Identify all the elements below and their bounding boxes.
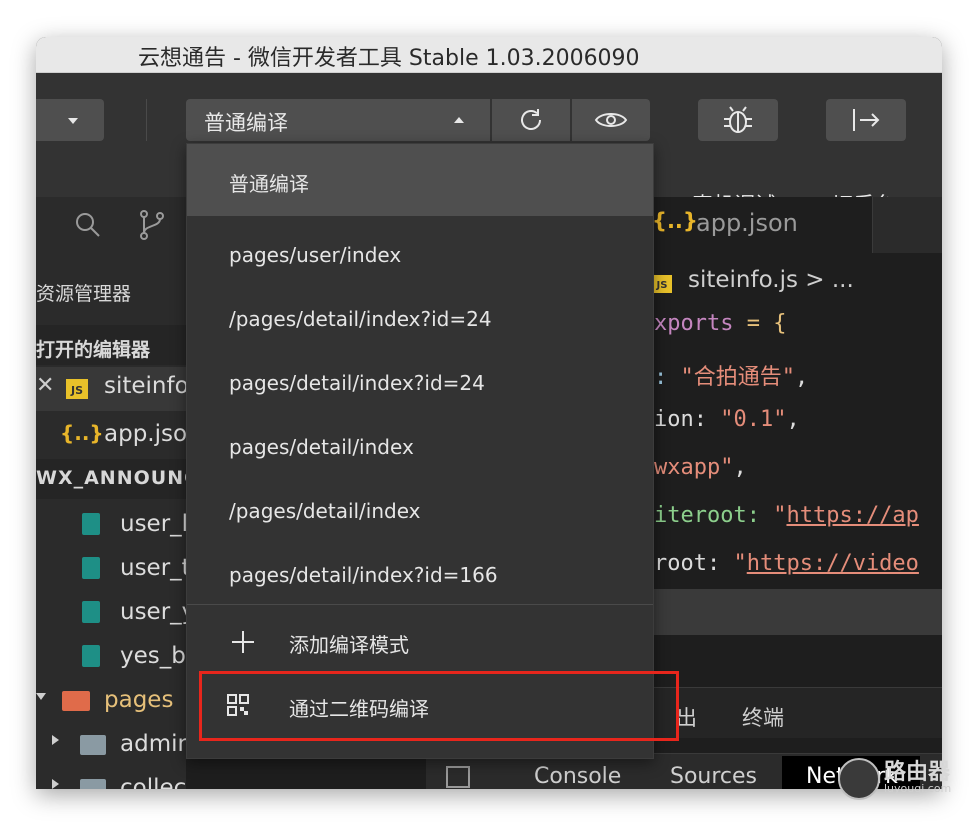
breadcrumb[interactable]: JS siteinfo.js > ... xyxy=(646,263,942,303)
folder-label: pages xyxy=(104,687,174,713)
compile-mode-select[interactable]: 普通编译 xyxy=(186,99,490,141)
open-file-siteinfo[interactable]: ✕ JS siteinfo xyxy=(36,367,189,411)
folder-open-icon xyxy=(62,691,90,711)
file-label: user_l xyxy=(120,511,189,537)
explorer-sidebar: 资源管理器 打开的编辑器 ✕ JS siteinfo {..} app.json… xyxy=(36,197,230,789)
compile-mode-dropdown: 普通编译 pages/user/index /pages/detail/inde… xyxy=(186,143,654,759)
tab-terminal[interactable]: 终端 xyxy=(742,702,784,732)
remote-debug-button[interactable] xyxy=(698,99,778,141)
dropdown-item-label: /pages/detail/index xyxy=(229,499,421,523)
add-compile-mode-item[interactable]: 添加编译模式 xyxy=(187,610,653,674)
image-file-icon xyxy=(82,557,100,579)
plus-icon xyxy=(232,631,254,653)
open-editors-title: 打开的编辑器 xyxy=(36,339,151,361)
project-title: WX_ANNOUNC xyxy=(36,467,200,489)
folder-icon xyxy=(80,735,106,755)
eye-icon xyxy=(594,113,628,127)
window-title: 云想通告 - 微信开发者工具 Stable 1.03.2006090 xyxy=(138,46,640,71)
code-line: root: "https://video xyxy=(654,551,919,576)
explorer-title: 资源管理器 xyxy=(36,283,132,305)
highlight-annotation xyxy=(199,671,679,741)
dropdown-item-label: 普通编译 xyxy=(229,172,309,196)
search-icon[interactable] xyxy=(74,211,102,239)
dropdown-item[interactable]: /pages/detail/index?id=24 xyxy=(187,288,653,352)
folder-admin[interactable]: admin xyxy=(36,723,192,767)
dropdown-item-normal[interactable]: 普通编译 xyxy=(187,144,653,216)
preview-button[interactable] xyxy=(572,99,650,141)
dropdown-item[interactable]: pages/detail/index xyxy=(187,416,653,480)
file-label: user_y xyxy=(120,599,196,625)
code-line: xports = { xyxy=(654,311,787,336)
code-line: wxapp", xyxy=(654,455,747,480)
list-item[interactable]: user_l xyxy=(36,503,189,547)
switch-background-button[interactable] xyxy=(826,99,906,141)
code-line: ion: "0.1", xyxy=(654,407,800,432)
list-item[interactable]: yes_b xyxy=(36,635,186,679)
json-file-icon: {..} xyxy=(652,209,698,233)
js-file-icon: JS xyxy=(66,379,88,399)
close-icon[interactable]: ✕ xyxy=(36,373,54,398)
file-label: user_t xyxy=(120,555,191,581)
tab-app-json[interactable]: {..} app.json xyxy=(646,197,873,253)
folder-icon xyxy=(80,779,106,789)
folder-collection[interactable]: collection xyxy=(36,767,230,789)
bug-icon xyxy=(724,106,752,133)
js-file-icon: JS xyxy=(652,275,672,293)
selection-line xyxy=(646,589,942,635)
dropdown-item-label: pages/detail/index?id=166 xyxy=(229,563,498,587)
chevron-right-icon xyxy=(52,735,59,745)
compile-mode-label: 普通编译 xyxy=(204,111,288,135)
dropdown-item-label: /pages/detail/index?id=24 xyxy=(229,307,492,331)
dropdown-item[interactable]: pages/detail/index?id=166 xyxy=(187,544,653,608)
open-editors-section[interactable]: 打开的编辑器 xyxy=(36,325,186,365)
refresh-icon xyxy=(521,109,541,130)
toolbar-divider xyxy=(146,99,147,141)
code-line: : "合拍通告", xyxy=(654,365,809,390)
open-file-label: siteinfo xyxy=(104,373,189,399)
left-menu-button[interactable] xyxy=(36,99,104,141)
breadcrumb-text: siteinfo.js > ... xyxy=(688,267,854,293)
folder-pages[interactable]: pages xyxy=(36,679,186,723)
image-file-icon xyxy=(82,601,100,623)
tab-output[interactable]: 出 xyxy=(676,702,697,732)
folder-label: admin xyxy=(120,731,193,757)
file-label: yes_b xyxy=(120,643,186,669)
image-file-icon xyxy=(82,513,100,535)
project-section[interactable]: WX_ANNOUNC xyxy=(36,459,198,499)
chevron-down-icon xyxy=(36,693,46,700)
code-line: iteroot: "https://ap xyxy=(654,503,919,528)
refresh-button[interactable] xyxy=(492,99,570,141)
list-item[interactable]: user_y xyxy=(36,591,195,635)
watermark-logo-icon xyxy=(838,758,880,800)
dropdown-item[interactable]: pages/user/index xyxy=(187,224,653,288)
dropdown-item-label: pages/detail/index xyxy=(229,435,414,459)
devtools-window: 云想通告 - 微信开发者工具 Stable 1.03.2006090 普通编译 xyxy=(36,37,942,789)
exit-arrow-icon xyxy=(853,109,880,131)
open-file-appjson[interactable]: {..} app.json xyxy=(36,413,202,457)
chevron-up-icon xyxy=(454,117,464,123)
dropdown-divider xyxy=(187,604,653,605)
image-file-icon xyxy=(82,645,100,667)
tab-sources[interactable]: Sources xyxy=(670,764,757,789)
watermark-url: luyouqi.com xyxy=(884,782,952,795)
chevron-down-icon xyxy=(68,118,78,124)
dropdown-item[interactable]: pages/detail/index?id=24 xyxy=(187,352,653,416)
watermark: 路由器 luyouqi.com xyxy=(838,754,968,802)
tab-console[interactable]: Console xyxy=(534,764,621,789)
chevron-right-icon xyxy=(52,779,59,789)
dropdown-item[interactable]: /pages/detail/index xyxy=(187,480,653,544)
source-control-icon[interactable] xyxy=(138,209,166,241)
dropdown-item-label: pages/user/index xyxy=(229,243,402,267)
list-item[interactable]: user_t xyxy=(36,547,191,591)
tab-label: app.json xyxy=(696,209,798,237)
inspect-icon[interactable] xyxy=(446,766,470,788)
json-file-icon: {..} xyxy=(60,421,104,445)
dropdown-item-label: pages/detail/index?id=24 xyxy=(229,371,485,395)
title-bar: 云想通告 - 微信开发者工具 Stable 1.03.2006090 xyxy=(36,37,942,73)
add-compile-mode-label: 添加编译模式 xyxy=(289,633,409,657)
